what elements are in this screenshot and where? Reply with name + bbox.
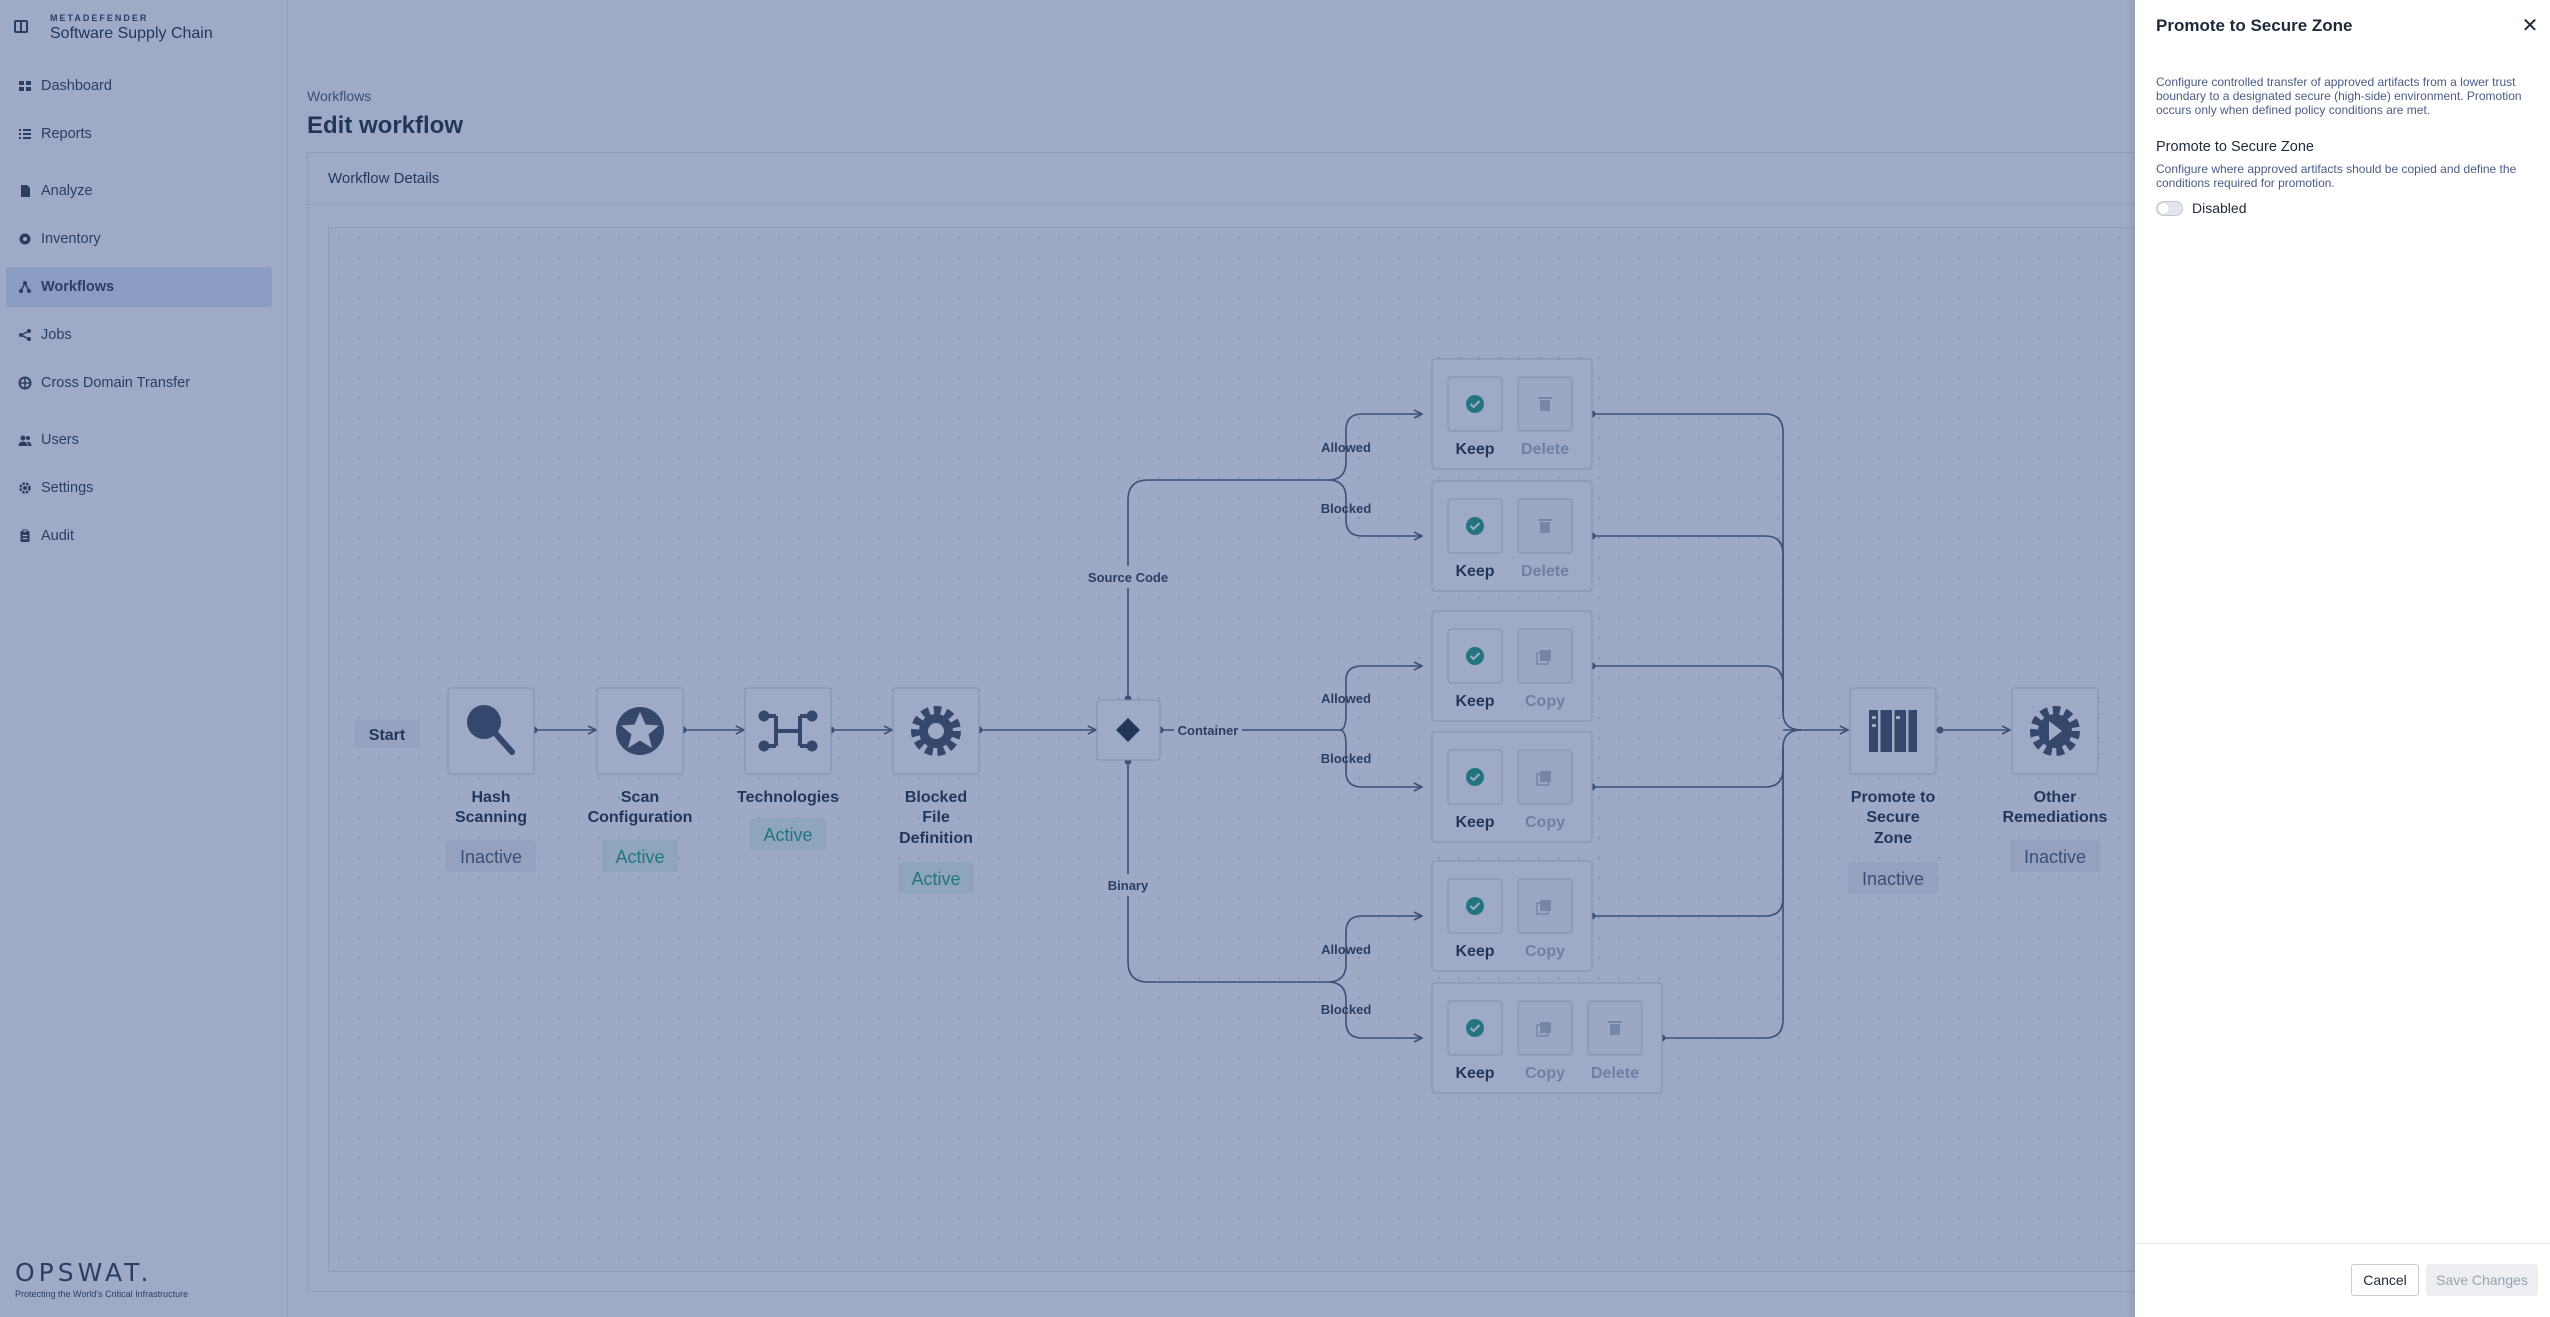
promote-toggle-switch[interactable]	[2156, 200, 2183, 216]
section-description: Configure where approved artifacts shoul…	[2156, 162, 2517, 190]
close-icon[interactable]: ✕	[2520, 16, 2540, 36]
toggle-label: Disabled	[2192, 200, 2247, 216]
promote-settings-drawer: Promote to Secure Zone ✕ Configure contr…	[2135, 0, 2550, 1317]
drawer-title: Promote to Secure Zone	[2156, 16, 2353, 35]
drawer-description: Configure controlled transfer of approve…	[2156, 75, 2522, 117]
section-title: Promote to Secure Zone	[2156, 139, 2314, 155]
toggle-knob	[2158, 202, 2169, 214]
save-changes-button[interactable]: Save Changes	[2426, 1264, 2538, 1296]
promote-toggle-row: Disabled	[2156, 200, 2246, 216]
cancel-button[interactable]: Cancel	[2351, 1264, 2419, 1296]
drawer-divider	[2135, 1243, 2550, 1244]
